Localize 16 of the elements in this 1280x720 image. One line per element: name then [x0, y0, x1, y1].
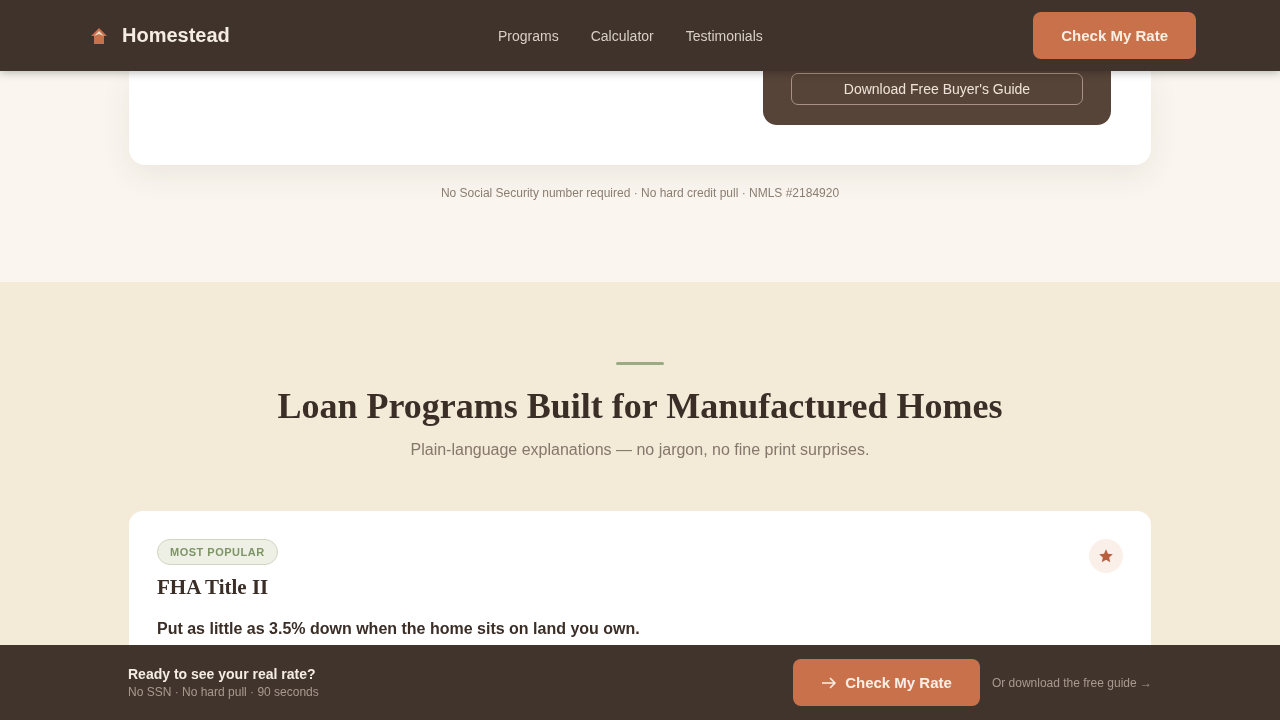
section-subtitle: Plain-language explanations — no jargon, no fine print surprises. [410, 441, 870, 459]
download-guide-button[interactable]: Download Free Buyer's Guide [791, 73, 1083, 105]
arrow-right-icon [821, 676, 838, 689]
bar-title: Ready to see your real rate? [128, 666, 317, 682]
program-summary: Put as little as 3.5% down when the home sits on land you own. [157, 620, 641, 638]
download-guide-link[interactable]: Or download the free guide → [991, 675, 1152, 690]
section-title: Loan Programs Built for Manufactured Homes [277, 385, 1003, 427]
bar-subtitle: No SSN · No hard pull · 90 seconds [128, 685, 320, 699]
nav-link[interactable]: Calculator [590, 27, 654, 44]
trust-note: No Social Security number required · No hard credit pull · NMLS #2184920 [440, 186, 840, 200]
popular-badge: MOST POPULAR [157, 539, 278, 565]
nav-link[interactable]: Testimonials [685, 27, 763, 44]
house-logo-icon [90, 26, 108, 45]
brand-name[interactable]: Homestead [122, 24, 230, 47]
program-name: FHA Title II [157, 575, 270, 600]
nav-link[interactable]: Programs [498, 27, 559, 44]
